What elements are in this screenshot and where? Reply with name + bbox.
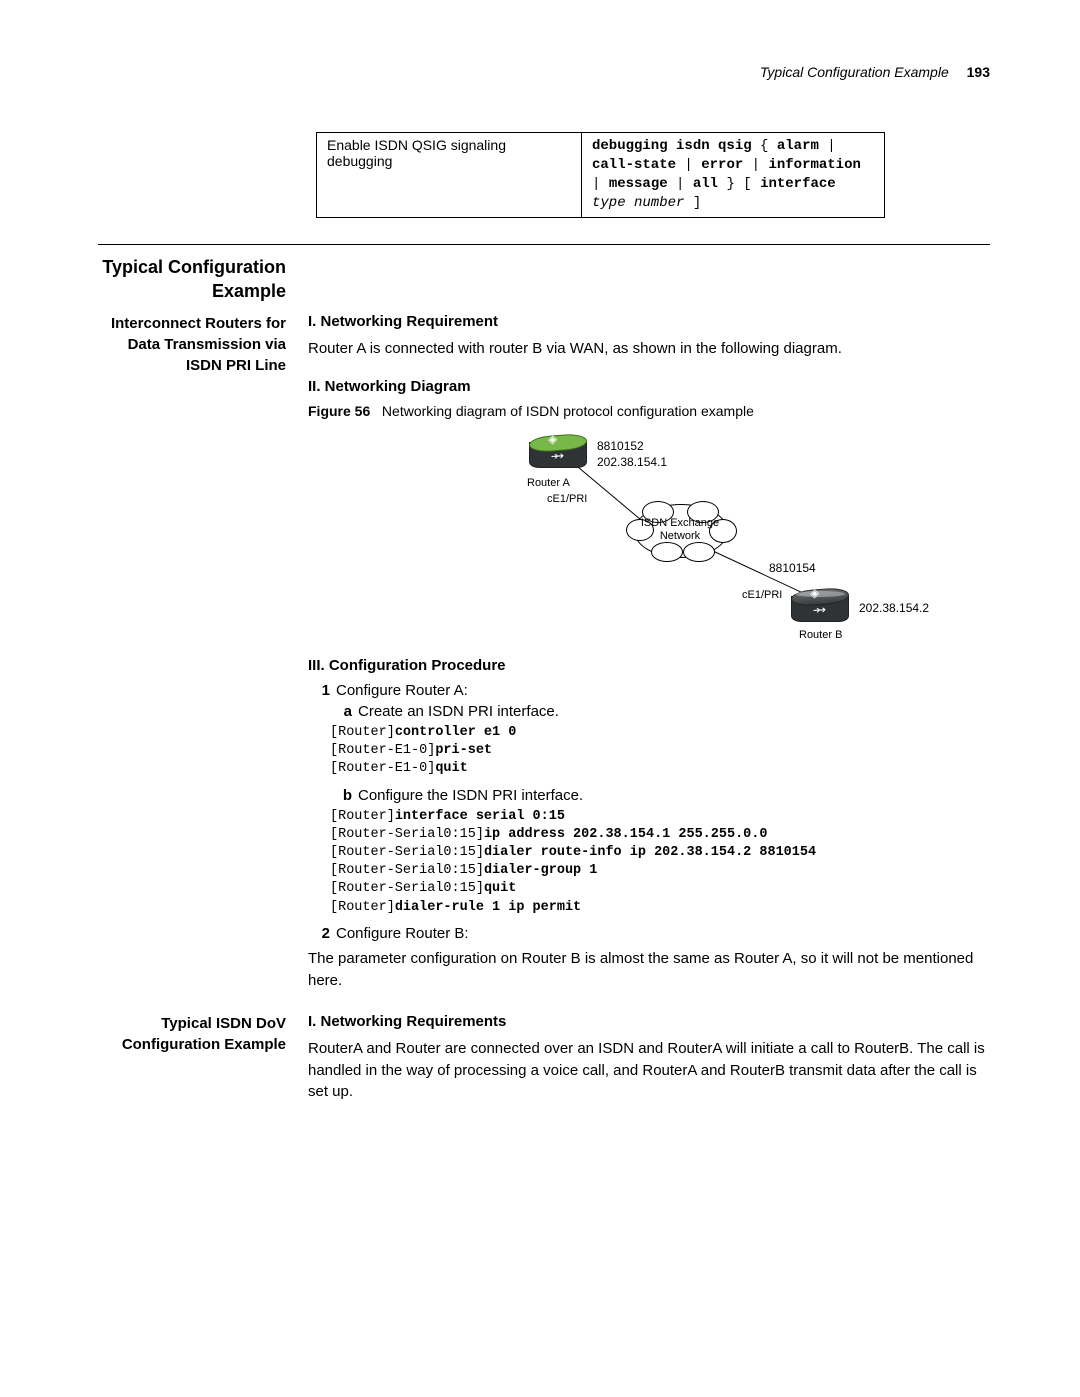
router-b-num: 8810154 [769,561,816,575]
step-1: 1 Configure Router A: [308,682,990,699]
cloud-bump-6 [683,542,715,562]
command-desc-cell: Enable ISDN QSIG signaling debugging [317,133,582,218]
running-header-title: Typical Configuration Example [760,64,949,80]
step-1a-text: Create an ISDN PRI interface. [358,703,559,720]
step-1-num: 1 [308,682,336,699]
router-a-icon: ◈ ➔➔ [529,435,587,469]
router-a-iface: cE1/PRI [547,493,587,505]
router-b-iface: cE1/PRI [742,589,782,601]
command-syntax-cell: debugging isdn qsig { alarm | call-state… [582,133,885,218]
req-body: Router A is connected with router B via … [308,338,990,360]
req-body-2: RouterA and Router are connected over an… [308,1038,990,1103]
router-b-icon: ◈ ➔➔ [791,589,849,623]
step-1a: a Create an ISDN PRI interface. [330,703,990,720]
page-number: 193 [967,64,990,80]
router-b-ip: 202.38.154.2 [859,601,929,615]
subsection-2-side: Typical ISDN DoV Configuration Example [98,1013,286,1055]
router-b-name: Router B [799,629,842,641]
step-1b-label: b [330,787,358,804]
code-block-2: [Router]interface serial 0:15 [Router-Se… [330,808,990,917]
procedure-list: 1 Configure Router A: a Create an ISDN P… [308,682,990,942]
section-title: Typical Configuration Example [98,255,286,304]
step-2-text: Configure Router B: [336,925,469,942]
section-heading-row: Typical Configuration Example [98,255,990,304]
figure-label: Figure 56 [308,403,370,419]
heading-req: I. Networking Requirement [308,313,990,330]
subsection-1: Interconnect Routers for Data Transmissi… [98,313,990,1013]
figure-caption-text: Networking diagram of ISDN protocol conf… [382,403,754,419]
step-1b-text: Configure the ISDN PRI interface. [358,787,583,804]
subsection-1-side: Interconnect Routers for Data Transmissi… [98,313,286,376]
subsection-2: Typical ISDN DoV Configuration Example I… [98,1013,990,1103]
heading-procedure: III. Configuration Procedure [308,657,990,674]
step-1-substeps: a Create an ISDN PRI interface. [308,703,990,720]
network-diagram: ISDN Exchange Network ◈ ➔➔ Router A cE1/… [439,429,859,639]
router-a-ip: 202.38.154.1 [597,455,667,469]
command-table: Enable ISDN QSIG signaling debugging deb… [316,132,885,218]
step-1b: b Configure the ISDN PRI interface. [330,787,990,804]
heading-req-2: I. Networking Requirements [308,1013,990,1030]
step-2: 2 Configure Router B: [308,925,990,942]
code-block-1: [Router]controller e1 0 [Router-E1-0]pri… [330,724,990,779]
router-a-num: 8810152 [597,439,644,453]
page: Typical Configuration Example 193 Enable… [0,0,1080,1397]
command-desc: Enable ISDN QSIG signaling debugging [327,137,506,169]
step-2-num: 2 [308,925,336,942]
step-1a-label: a [330,703,358,720]
command-syntax: debugging isdn qsig { alarm | call-state… [592,138,861,211]
cloud-label: ISDN Exchange Network [639,517,721,543]
router-a-name: Router A [527,477,570,489]
running-header: Typical Configuration Example 193 [98,64,990,80]
section-rule [98,244,990,245]
step-1-text: Configure Router A: [336,682,468,699]
heading-diagram: II. Networking Diagram [308,378,990,395]
cloud-bump-5 [651,542,683,562]
step-2-body: The parameter configuration on Router B … [308,948,990,993]
figure-caption: Figure 56 Networking diagram of ISDN pro… [308,403,990,419]
